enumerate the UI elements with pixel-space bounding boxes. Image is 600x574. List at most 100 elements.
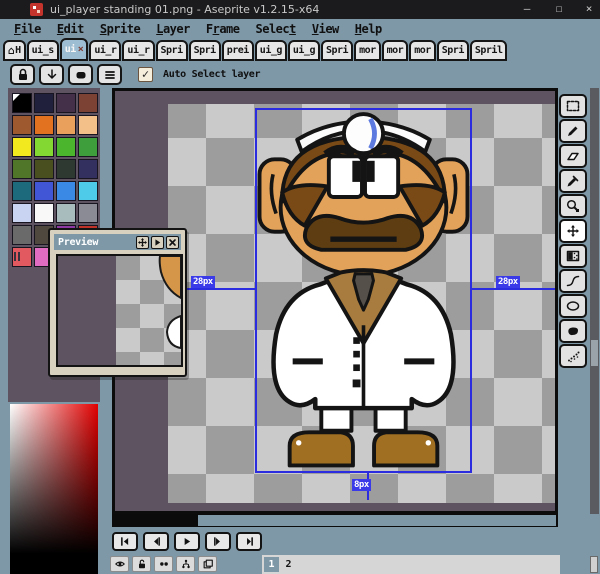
tool-ellipse[interactable] [559, 294, 587, 318]
arrow-down-button[interactable] [39, 64, 64, 85]
lock-open-icon[interactable] [132, 556, 151, 572]
tab-ui_r[interactable]: ui_r [89, 40, 121, 61]
tab-spri[interactable]: Spri [437, 40, 469, 61]
frame-2[interactable]: 2 [281, 557, 296, 572]
prev-frame-button[interactable] [143, 532, 169, 551]
tab-label: H [15, 45, 21, 56]
minimize-button[interactable]: – [514, 0, 540, 19]
selection-rectangle[interactable] [255, 108, 472, 473]
menu-view[interactable]: View [304, 22, 347, 36]
tab-label: ui_r [94, 45, 116, 56]
tab-label: Spri [194, 45, 216, 56]
palette-swatch[interactable] [56, 93, 76, 113]
menu-file[interactable]: File [6, 22, 49, 36]
preview-title: Preview [58, 237, 134, 248]
palette-swatch[interactable] [34, 93, 54, 113]
horizontal-scrollbar-thumb[interactable] [198, 515, 556, 526]
tool-gradient[interactable] [559, 244, 587, 268]
menu-select[interactable]: Select [248, 22, 304, 36]
palette-swatch[interactable] [34, 115, 54, 135]
tool-jumble[interactable] [559, 344, 587, 368]
palette-swatch[interactable] [12, 203, 32, 223]
onion-skin-icon[interactable] [154, 556, 173, 572]
palette-swatch[interactable] [12, 225, 32, 245]
palette-swatch[interactable] [78, 115, 98, 135]
lock-button[interactable] [10, 64, 35, 85]
last-frame-button[interactable] [236, 532, 262, 551]
next-frame-button[interactable] [205, 532, 231, 551]
maximize-button[interactable]: ☐ [546, 0, 572, 19]
timeline-frame-strip: 12 [262, 555, 560, 574]
tool-move[interactable] [559, 219, 587, 243]
menu-layer[interactable]: Layer [148, 22, 198, 36]
tab-ui_g[interactable]: ui_g [255, 40, 287, 61]
vertical-scrollbar-thumb[interactable] [591, 340, 598, 366]
tab-mor[interactable]: mor [382, 40, 409, 61]
preview-title-bar[interactable]: Preview [54, 234, 181, 250]
palette-swatch[interactable] [56, 137, 76, 157]
tab-close-icon[interactable]: × [78, 44, 84, 55]
tab-ui_s[interactable]: ui_s [27, 40, 59, 61]
tool-curve[interactable] [559, 269, 587, 293]
tool-rectangular-marquee[interactable] [559, 94, 587, 118]
tab-ui_r[interactable]: ui_r [122, 40, 154, 61]
menu-help[interactable]: Help [347, 22, 390, 36]
palette-swatch[interactable] [78, 137, 98, 157]
preview-close-button[interactable] [166, 236, 179, 249]
palette-swatch[interactable] [34, 137, 54, 157]
first-frame-button[interactable] [112, 532, 138, 551]
palette-swatch[interactable] [78, 93, 98, 113]
horizontal-scrollbar[interactable] [112, 514, 558, 527]
preview-sprite-fragment [116, 256, 181, 365]
palette-swatch[interactable] [56, 159, 76, 179]
tab-spril[interactable]: Spril [470, 40, 508, 61]
tab-spri[interactable]: Spri [189, 40, 221, 61]
menu-edit[interactable]: Edit [49, 22, 92, 36]
palette-swatch[interactable] [12, 93, 32, 113]
frame-1[interactable]: 1 [264, 557, 279, 572]
palette-swatch[interactable] [34, 181, 54, 201]
palette-swatch[interactable] [12, 159, 32, 179]
branch-icon[interactable] [176, 556, 195, 572]
preview-center-button[interactable] [136, 236, 149, 249]
palette-swatch[interactable] [12, 115, 32, 135]
tab-prei[interactable]: prei [222, 40, 254, 61]
palette-swatch[interactable] [56, 203, 76, 223]
menu-sprite[interactable]: Sprite [92, 22, 148, 36]
tab-ui_g[interactable]: ui_g [288, 40, 320, 61]
rectangle-button[interactable] [68, 64, 93, 85]
menu-frame[interactable]: Frame [198, 22, 248, 36]
tool-pencil[interactable] [559, 119, 587, 143]
tab-spri[interactable]: Spri [321, 40, 353, 61]
palette-swatch[interactable] [34, 159, 54, 179]
tool-eyedropper[interactable] [559, 169, 587, 193]
palette-swatch[interactable] [56, 115, 76, 135]
tab-mor[interactable]: mor [409, 40, 436, 61]
tab-home[interactable]: ⌂H [3, 40, 26, 61]
palette-swatch[interactable] [56, 181, 76, 201]
timeline-scroll-end[interactable] [590, 556, 598, 573]
tool-contour[interactable] [559, 319, 587, 343]
menu-button[interactable] [97, 64, 122, 85]
palette-swatch[interactable] [78, 203, 98, 223]
vertical-scrollbar[interactable] [590, 88, 599, 514]
tab-spri[interactable]: Spri [156, 40, 188, 61]
color-picker-gradient[interactable] [10, 404, 98, 574]
tab-label: ui [65, 44, 76, 55]
tool-zoom[interactable] [559, 194, 587, 218]
eye-icon[interactable] [110, 556, 129, 572]
duplicate-icon[interactable] [198, 556, 217, 572]
play-button[interactable] [174, 532, 200, 551]
close-button[interactable]: × [576, 0, 600, 19]
auto-select-checkbox[interactable]: ✓ [138, 67, 153, 82]
palette-swatch[interactable] [34, 203, 54, 223]
palette-resize-handle[interactable] [14, 246, 22, 265]
palette-swatch[interactable] [12, 137, 32, 157]
tool-eraser[interactable] [559, 144, 587, 168]
palette-swatch[interactable] [78, 159, 98, 179]
palette-swatch[interactable] [12, 181, 32, 201]
tab-mor[interactable]: mor [354, 40, 381, 61]
tab-ui[interactable]: ui× [60, 38, 89, 61]
preview-play-button[interactable] [151, 236, 164, 249]
palette-swatch[interactable] [78, 181, 98, 201]
